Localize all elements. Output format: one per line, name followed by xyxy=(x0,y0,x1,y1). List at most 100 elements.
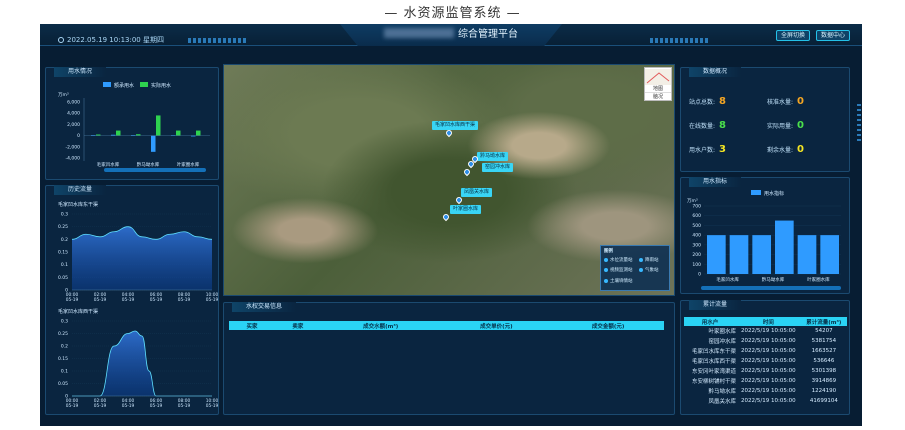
location-pin-icon[interactable] xyxy=(462,167,472,177)
flow-table-header: 用水户 时间 累计流量(m³) xyxy=(684,317,847,326)
x-tick-date: 05-19 xyxy=(66,297,79,303)
bar-actual xyxy=(176,130,181,136)
data-overview-panel: 数据概况 站点总数: 8 核准水量: 0 在线数量: 8 实际用量: 0 用水户数: 3 … xyxy=(680,67,850,172)
fullscreen-button[interactable]: 全屏切换 xyxy=(776,30,811,41)
trade-table: 买家 卖家 成交水额(m³) 成交单价(元) 成交金额(元) xyxy=(229,321,664,330)
bar-actual xyxy=(156,115,161,136)
y-tick-label: -4,000 xyxy=(65,156,80,162)
x-tick-date: 05-19 xyxy=(206,403,219,409)
bar-plan xyxy=(151,135,156,152)
table-cell: 叶家圈水库 xyxy=(708,329,737,335)
station-dot-icon xyxy=(604,279,608,283)
y-tick-label: 0 xyxy=(77,133,80,139)
stat-actual-usage: 实际用量: 0 xyxy=(767,120,804,131)
water-usage-panel: 用水情况 额承用水 实际用水 万m³ 6,000 4,000 2,000 0 -2,00… xyxy=(45,67,219,180)
y-tick-label: 0.3 xyxy=(61,319,68,325)
legend-swatch-quota xyxy=(751,190,761,195)
table-row[interactable]: 黔马坳水库 2022/5/19 10:05:00 1224190 xyxy=(684,386,847,396)
marker-label[interactable]: 毛家凹水库西干渠 xyxy=(432,121,479,130)
y-tick-label: 6,000 xyxy=(67,100,80,106)
station-dot-icon xyxy=(639,268,643,272)
legend-actual: 实际用水 xyxy=(151,82,171,89)
legend-title: 图例 xyxy=(604,249,613,254)
bar-actual xyxy=(136,134,141,136)
table-cell: 41699104 xyxy=(809,398,838,404)
stat-online: 在线数量: 8 xyxy=(689,120,726,131)
x-tick-label: 黔马坳水库 xyxy=(137,161,160,168)
col-time: 时间 xyxy=(762,319,774,326)
map-type-switch[interactable]: 地图 脑况 xyxy=(644,67,672,101)
water-trade-title: 水权交易信息 xyxy=(232,302,297,312)
legend-item: 气象站 xyxy=(639,267,659,273)
table-row[interactable]: 毛家凹水库东干渠 2022/5/19 10:05:00 1663527 xyxy=(684,346,847,356)
table-row[interactable]: 东安柳树铺村干渠 2022/5/19 10:05:00 3914869 xyxy=(684,376,847,386)
table-row[interactable]: 凤凰关水库 2022/5/19 10:05:00 41699104 xyxy=(684,396,847,406)
y-tick-label: 0.2 xyxy=(61,344,68,350)
location-pin-icon[interactable] xyxy=(444,128,454,138)
quota-chart: 用水指标 万m³ 700 600 500 400 300 200 100 0 毛家凹水库 黔马坳… xyxy=(687,190,841,283)
scrollbar[interactable] xyxy=(104,168,206,172)
flow-title: 累计流量 xyxy=(689,300,742,310)
y-tick-label: 0.1 xyxy=(61,262,68,268)
marker-label[interactable]: 叶家圈水库 xyxy=(450,205,482,214)
stat-value: 0 xyxy=(797,96,804,107)
cumulative-flow-panel: 累计流量 用水户 时间 累计流量(m³) 叶家圈水库 2022/5/19 10:0… xyxy=(680,300,850,415)
scrollbar[interactable] xyxy=(701,286,841,290)
table-row[interactable]: 窑园冲水库 2022/5/19 10:05:00 5381754 xyxy=(684,336,847,346)
history-charts: 毛家凹水库东干渠 0.30.250.20.150.10.05000:0005-1… xyxy=(58,201,219,409)
table-cell: 窑园冲水库 xyxy=(708,339,737,345)
map-button[interactable]: 地图 xyxy=(645,85,671,92)
bar-quota xyxy=(752,235,771,274)
table-row[interactable]: 毛家凹水库西干渠 2022/5/19 10:05:00 536646 xyxy=(684,356,847,366)
y-tick-label: 0.15 xyxy=(58,356,68,362)
y-tick-label: 300 xyxy=(692,242,701,248)
y-tick-label: 0.05 xyxy=(58,275,68,281)
x-tick-label: 叶家圈水库 xyxy=(177,161,200,168)
bar-quota xyxy=(820,235,839,274)
legend-item: 降雨站 xyxy=(639,257,659,263)
satellite-map[interactable]: 地图 脑况 毛家凹水库西干渠 黔马坳水库 窑园冲水库 凤凰关水库 叶家圈水库 图… xyxy=(223,64,675,296)
stat-value: 8 xyxy=(719,120,726,131)
table-cell: 毛家凹水库东干渠 xyxy=(692,349,737,355)
table-row[interactable]: 叶家圈水库 2022/5/19 10:05:00 54207 xyxy=(684,326,847,336)
col-price: 成交单价(元) xyxy=(480,323,513,330)
y-tick-label: 100 xyxy=(692,262,701,268)
page-caption: — 水资源监管系统 — xyxy=(384,6,521,21)
table-cell: 东安柳树铺村干渠 xyxy=(692,379,737,385)
table-cell: 536646 xyxy=(813,358,835,364)
stat-value: 3 xyxy=(719,144,726,155)
location-pin-icon[interactable] xyxy=(441,212,451,222)
bar-actual xyxy=(196,130,201,136)
x-tick-label: 毛家凹水库 xyxy=(97,161,120,168)
y-tick-label: 400 xyxy=(692,233,701,239)
redacted-name xyxy=(384,28,454,38)
marker-label[interactable]: 窑园冲水库 xyxy=(482,163,514,172)
flow-table: 用水户 时间 累计流量(m³) 叶家圈水库 2022/5/19 10:05:00 5… xyxy=(684,317,847,406)
bar-quota xyxy=(797,235,817,274)
x-tick-date: 05-19 xyxy=(178,297,191,303)
col-amount: 成交金额(元) xyxy=(591,323,625,330)
table-cell: 5301398 xyxy=(811,368,837,374)
table-cell: 54207 xyxy=(815,328,833,334)
table-row[interactable]: 东安冈叶家湾渠道 2022/5/19 10:05:00 5301398 xyxy=(684,366,847,376)
location-pin-icon[interactable] xyxy=(454,195,464,205)
marker-label[interactable]: 黔马坳水库 xyxy=(477,152,509,161)
satellite-button[interactable]: 脑况 xyxy=(645,92,671,100)
bar-actual xyxy=(116,130,121,136)
bar-quota xyxy=(775,220,794,274)
legend-quota: 用水指标 xyxy=(764,190,784,197)
map-legend: 图例 水位流量站 降雨站 视频监测站 气象站 土壤墒情站 xyxy=(600,245,670,291)
table-cell: 2022/5/19 10:05:00 xyxy=(741,378,796,384)
x-tick-date: 05-19 xyxy=(206,297,219,303)
table-cell: 2022/5/19 10:05:00 xyxy=(741,388,796,394)
bar-quota xyxy=(729,235,749,274)
water-usage-chart: 额承用水 实际用水 万m³ 6,000 4,000 2,000 0 -2,000 -4,0… xyxy=(58,82,210,168)
platform-title-text: 综合管理平台 xyxy=(458,29,518,40)
legend-item: 视频监测站 xyxy=(604,267,633,273)
stat-value: 0 xyxy=(797,144,804,155)
data-center-button[interactable]: 数据中心 xyxy=(816,30,851,41)
stat-total-sites: 站点总数: 8 xyxy=(689,96,726,107)
marker-label[interactable]: 凤凰关水库 xyxy=(461,188,493,197)
x-tick-date: 05-19 xyxy=(178,403,191,409)
flow-area xyxy=(72,226,212,290)
